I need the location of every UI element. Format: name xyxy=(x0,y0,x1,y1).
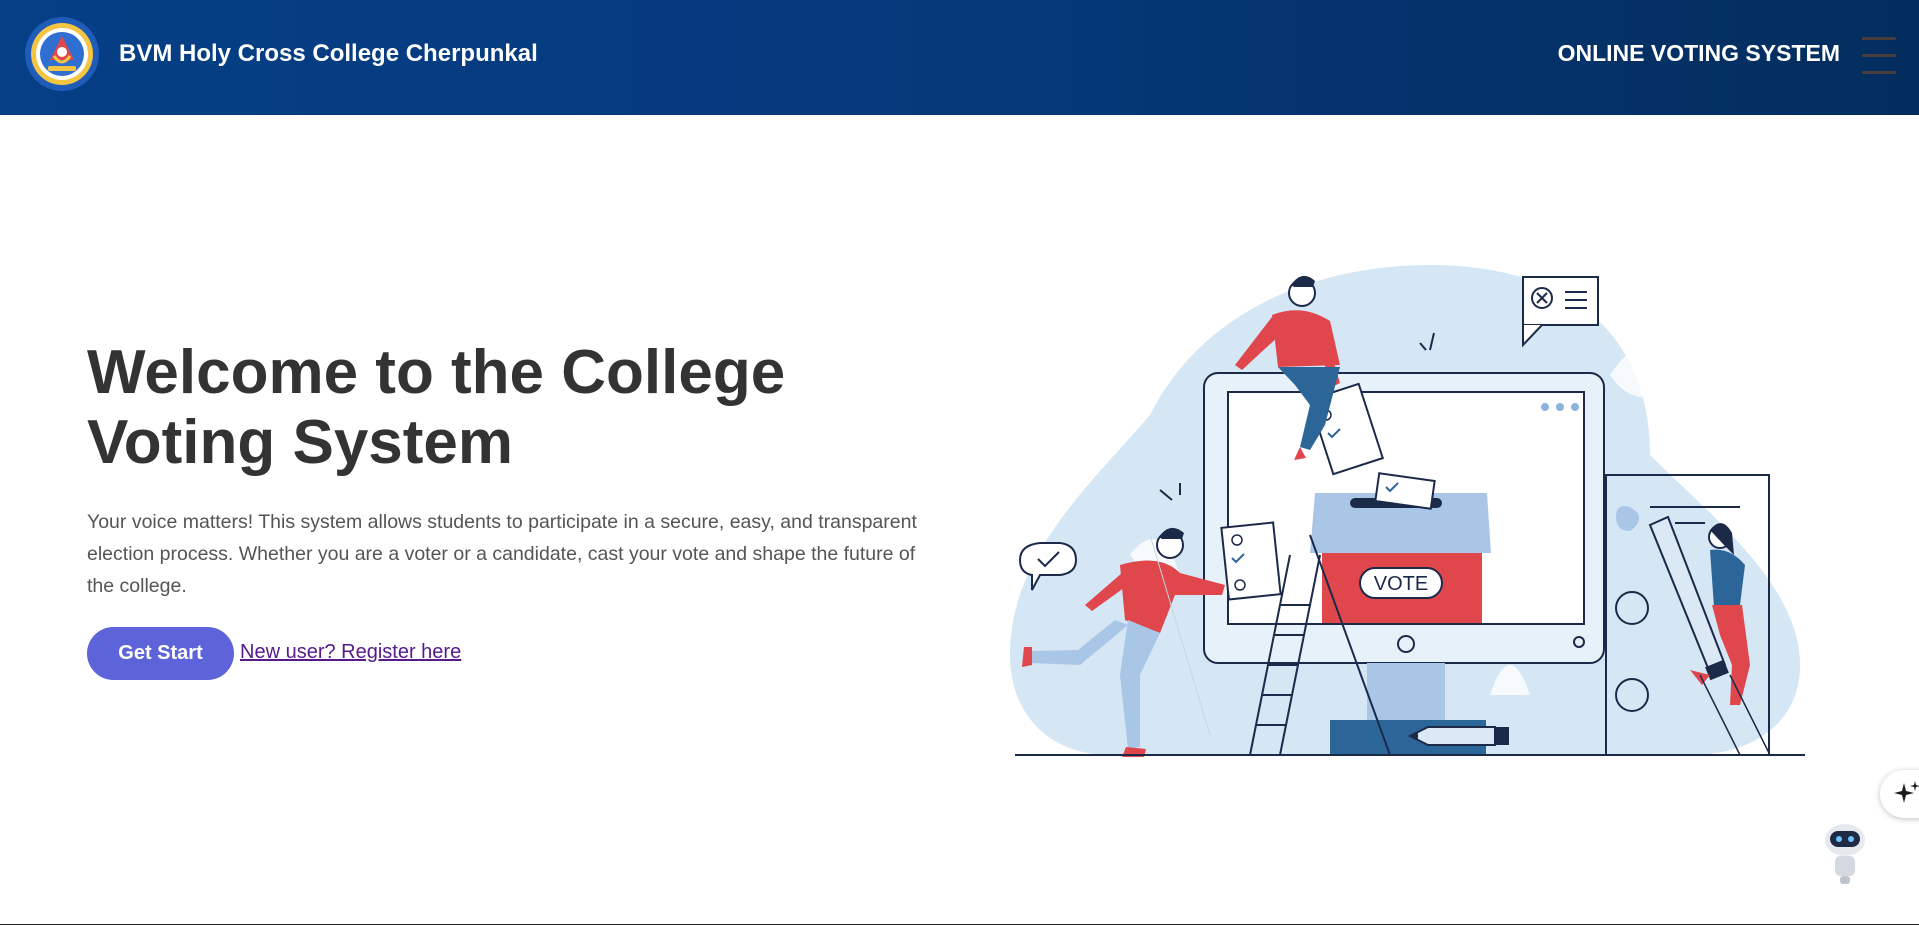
hamburger-line xyxy=(1862,54,1896,57)
robot-icon[interactable] xyxy=(1820,820,1870,885)
nav-title: ONLINE VOTING SYSTEM xyxy=(1557,40,1840,66)
college-logo[interactable] xyxy=(24,16,100,92)
pencil xyxy=(1407,726,1496,746)
hamburger-line xyxy=(1862,71,1896,74)
hero-description: Your voice matters! This system allows s… xyxy=(87,511,917,597)
voting-illustration: VOTE xyxy=(1010,265,1805,757)
brand-name: BVM Holy Cross College Cherpunkal xyxy=(119,40,538,67)
get-start-button[interactable]: Get Start xyxy=(87,627,234,680)
monitor-stand xyxy=(1367,663,1445,723)
hamburger-icon[interactable] xyxy=(1862,34,1896,78)
register-link[interactable]: New user? Register here xyxy=(240,641,461,664)
hamburger-line xyxy=(1862,37,1896,40)
navbar: BVM Holy Cross College Cherpunkal ONLINE… xyxy=(0,0,1919,115)
checklist xyxy=(1220,521,1282,601)
hero-title: Welcome to the College Voting System xyxy=(87,338,786,477)
assistant-tab[interactable] xyxy=(1880,770,1919,818)
vote-label: VOTE xyxy=(1374,573,1428,595)
sparkle-icon xyxy=(1894,781,1919,803)
